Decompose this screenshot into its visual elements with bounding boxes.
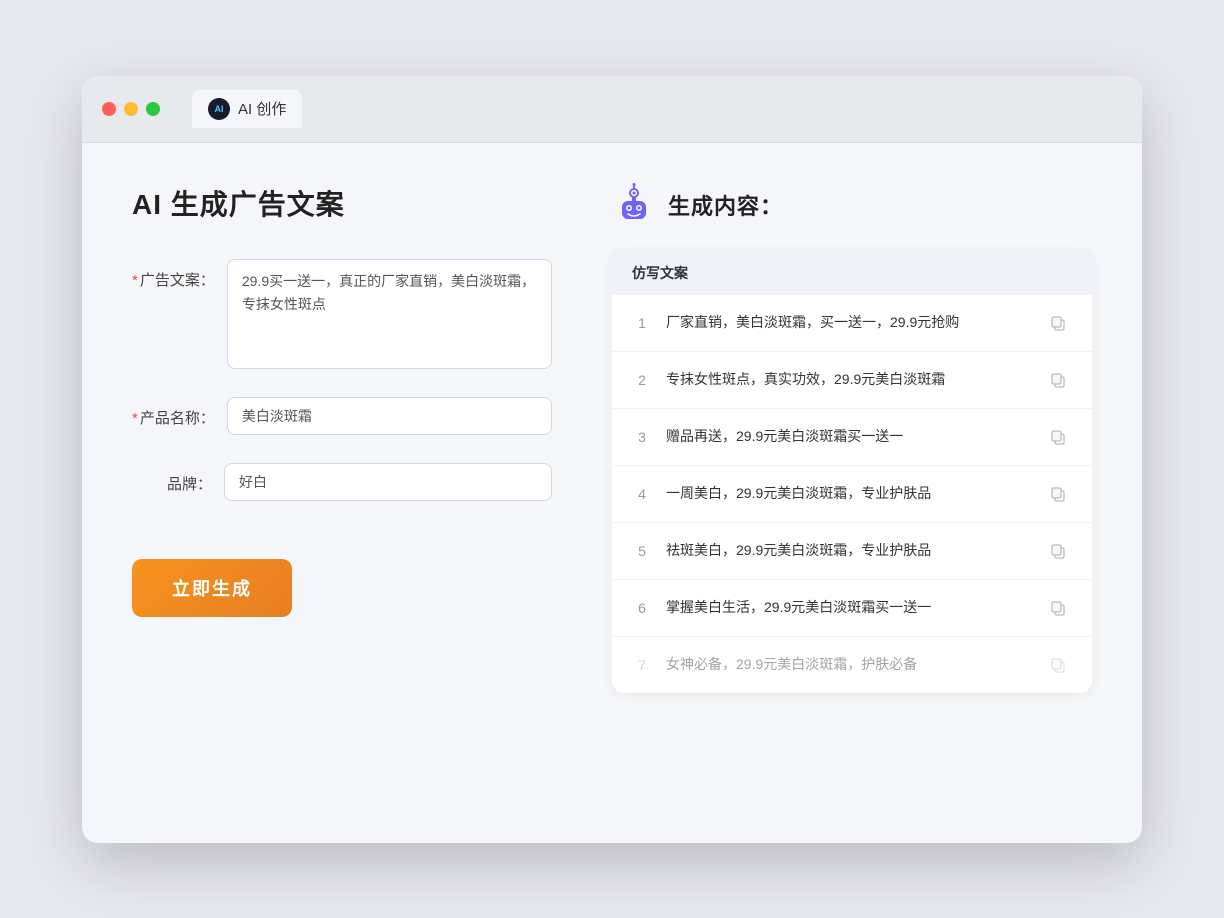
table-row: 4 一周美白，29.9元美白淡斑霜，专业护肤品 [612, 466, 1092, 523]
ad-copy-group: 广告文案： [132, 259, 552, 369]
tab-label: AI 创作 [238, 98, 286, 119]
result-rows: 1 厂家直销，美白淡斑霜，买一送一，29.9元抢购 2 专抹女性斑点，真实功效，29.… [612, 295, 1092, 693]
title-bar: AI AI 创作 [82, 76, 1142, 143]
browser-window: AI AI 创作 AI 生成广告文案 广告文案： 产品名称： 品牌： [82, 76, 1142, 843]
maximize-button[interactable] [146, 102, 160, 116]
table-row: 7 女神必备，29.9元美白淡斑霜，护肤必备 [612, 637, 1092, 693]
row-text: 专抹女性斑点，真实功效，29.9元美白淡斑霜 [666, 369, 1030, 390]
row-number: 1 [632, 315, 652, 331]
row-text: 赠品再送，29.9元美白淡斑霜买一送一 [666, 426, 1030, 447]
brand-label: 品牌： [132, 463, 212, 494]
left-panel: AI 生成广告文案 广告文案： 产品名称： 品牌： 立即生成 [132, 183, 552, 803]
row-text: 女神必备，29.9元美白淡斑霜，护肤必备 [666, 654, 1030, 675]
row-number: 2 [632, 372, 652, 388]
copy-icon[interactable] [1044, 480, 1072, 508]
product-name-input[interactable] [227, 397, 552, 435]
row-number: 4 [632, 486, 652, 502]
robot-icon [612, 183, 656, 227]
result-table: 仿写文案 1 厂家直销，美白淡斑霜，买一送一，29.9元抢购 2 专抹女性斑点，真实功… [612, 251, 1092, 693]
traffic-lights [102, 102, 160, 116]
copy-icon[interactable] [1044, 366, 1072, 394]
right-title: 生成内容： [668, 189, 783, 221]
product-name-group: 产品名称： [132, 397, 552, 435]
result-table-header: 仿写文案 [612, 251, 1092, 295]
row-text: 一周美白，29.9元美白淡斑霜，专业护肤品 [666, 483, 1030, 504]
ad-copy-label: 广告文案： [132, 259, 215, 290]
table-row: 1 厂家直销，美白淡斑霜，买一送一，29.9元抢购 [612, 295, 1092, 352]
copy-icon[interactable] [1044, 651, 1072, 679]
row-number: 7 [632, 657, 652, 673]
table-row: 5 祛斑美白，29.9元美白淡斑霜，专业护肤品 [612, 523, 1092, 580]
row-number: 6 [632, 600, 652, 616]
table-row: 6 掌握美白生活，29.9元美白淡斑霜买一送一 [612, 580, 1092, 637]
ai-tab[interactable]: AI AI 创作 [192, 90, 302, 128]
brand-group: 品牌： [132, 463, 552, 501]
row-text: 厂家直销，美白淡斑霜，买一送一，29.9元抢购 [666, 312, 1030, 333]
brand-input[interactable] [224, 463, 552, 501]
table-row: 3 赠品再送，29.9元美白淡斑霜买一送一 [612, 409, 1092, 466]
minimize-button[interactable] [124, 102, 138, 116]
row-text: 掌握美白生活，29.9元美白淡斑霜买一送一 [666, 597, 1030, 618]
ad-copy-input[interactable] [227, 259, 552, 369]
table-row: 2 专抹女性斑点，真实功效，29.9元美白淡斑霜 [612, 352, 1092, 409]
row-number: 5 [632, 543, 652, 559]
generate-button[interactable]: 立即生成 [132, 559, 292, 617]
row-text: 祛斑美白，29.9元美白淡斑霜，专业护肤品 [666, 540, 1030, 561]
copy-icon[interactable] [1044, 537, 1072, 565]
right-header: 生成内容： [612, 183, 1092, 227]
page-title: AI 生成广告文案 [132, 183, 552, 223]
right-panel: 生成内容： 仿写文案 1 厂家直销，美白淡斑霜，买一送一，29.9元抢购 2 专抹女性… [612, 183, 1092, 803]
copy-icon[interactable] [1044, 594, 1072, 622]
product-name-label: 产品名称： [132, 397, 215, 428]
copy-icon[interactable] [1044, 423, 1072, 451]
tab-icon: AI [208, 98, 230, 120]
copy-icon[interactable] [1044, 309, 1072, 337]
main-content: AI 生成广告文案 广告文案： 产品名称： 品牌： 立即生成 [82, 143, 1142, 843]
close-button[interactable] [102, 102, 116, 116]
row-number: 3 [632, 429, 652, 445]
